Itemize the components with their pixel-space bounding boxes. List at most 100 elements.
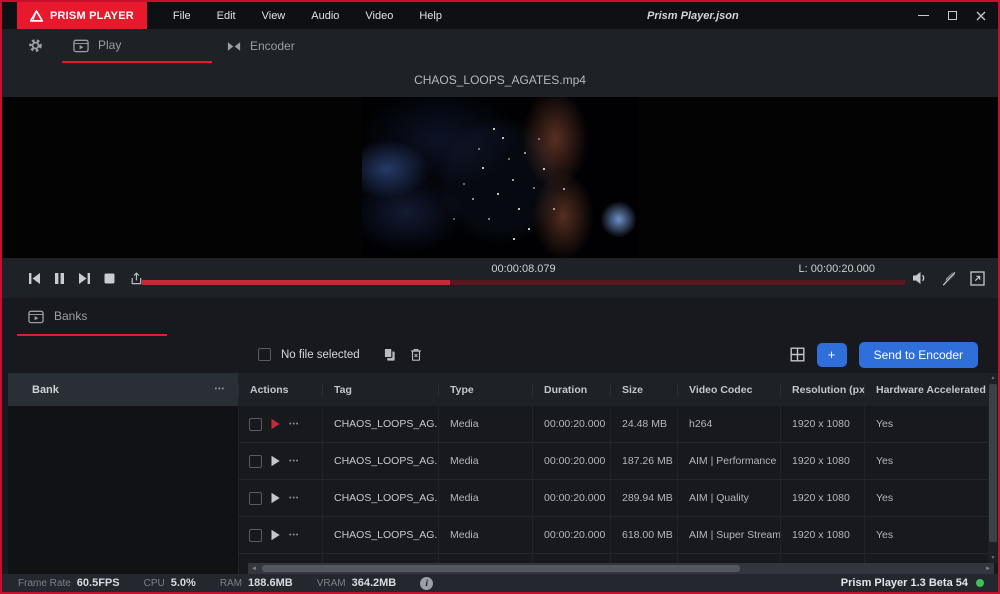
column-header-duration: Duration xyxy=(532,384,610,396)
transport-controls: 00:00:08.079 L: 00:00:20.000 xyxy=(2,258,998,298)
menu-item-view[interactable]: View xyxy=(262,10,286,22)
skip-start-icon xyxy=(28,272,41,285)
row-play-button[interactable] xyxy=(270,418,281,430)
table-row[interactable]: ••• CHAOS_LOOPS_AG... Media 00:00:20.000… xyxy=(238,443,998,480)
menu-item-audio[interactable]: Audio xyxy=(311,10,339,22)
tab-play[interactable]: Play xyxy=(62,29,212,63)
table-row[interactable]: ••• CHAOS_LOOPS_AG... Media 00:00:20.000… xyxy=(238,480,998,517)
column-header-size: Size xyxy=(610,384,677,396)
pen-disabled-icon[interactable] xyxy=(941,270,957,286)
skip-to-start-button[interactable] xyxy=(28,272,41,285)
row-checkbox[interactable] xyxy=(249,529,262,542)
tab-banks[interactable]: Banks xyxy=(17,298,167,336)
scroll-down-icon[interactable]: ▼ xyxy=(991,553,996,563)
delete-icon[interactable] xyxy=(409,347,423,362)
bank-more-button[interactable]: ••• xyxy=(215,386,225,393)
gear-icon xyxy=(28,38,43,53)
row-more-button[interactable]: ••• xyxy=(289,532,299,539)
column-header-hardware-accelerated: Hardware Accelerated xyxy=(864,384,998,396)
pause-button[interactable] xyxy=(54,272,65,285)
row-play-button[interactable] xyxy=(270,529,281,541)
table-row[interactable]: ••• CHAOS_LOOPS_AG... Media 00:00:20.000… xyxy=(238,517,998,554)
row-codec: AIM | Performance xyxy=(677,443,780,479)
add-bank-button[interactable]: + xyxy=(817,343,847,367)
close-icon[interactable] xyxy=(976,11,986,21)
tab-encoder-label: Encoder xyxy=(250,39,295,53)
window-title: Prism Player.json xyxy=(647,2,739,29)
row-size: 618.00 MB xyxy=(610,517,677,553)
no-file-selected-checkbox[interactable]: No file selected xyxy=(258,348,360,361)
scroll-right-icon[interactable]: ► xyxy=(982,566,994,572)
row-type: Media xyxy=(438,406,532,442)
current-time: 00:00:08.079 xyxy=(142,263,905,275)
row-checkbox[interactable] xyxy=(249,455,262,468)
row-actions: ••• xyxy=(238,517,322,553)
status-right: Prism Player 1.3 Beta 54 xyxy=(841,577,984,589)
row-play-button[interactable] xyxy=(270,492,281,504)
row-codec: AIM | Super Stream xyxy=(677,517,780,553)
bank-list[interactable] xyxy=(8,406,238,574)
horizontal-scroll-thumb[interactable] xyxy=(262,565,740,572)
av-icon-group xyxy=(912,258,985,298)
bank-table-area: Bank ••• ActionsTagTypeDurationSizeVideo… xyxy=(2,373,998,574)
menu-item-video[interactable]: Video xyxy=(365,10,393,22)
table-row[interactable]: ••• CHAOS_LOOPS_AG... Media 00:00:20.000… xyxy=(238,406,998,443)
skip-to-end-button[interactable] xyxy=(78,272,91,285)
status-metric-cpu: CPU5.0% xyxy=(144,577,196,589)
tab-encoder[interactable]: Encoder xyxy=(227,29,295,63)
row-tag: CHAOS_LOOPS_AG... xyxy=(322,480,438,516)
settings-button[interactable] xyxy=(28,38,43,53)
row-play-button[interactable] xyxy=(270,455,281,467)
toolbar-right-group: + Send to Encoder xyxy=(790,342,978,368)
row-hw-accelerated: Yes xyxy=(864,480,998,516)
status-metric-vram: VRAM364.2MB xyxy=(317,577,397,589)
app-window: PRISM PLAYER FileEditViewAudioVideoHelp … xyxy=(0,0,1000,594)
total-length: L: 00:00:20.000 xyxy=(799,263,875,275)
seek-bar[interactable] xyxy=(142,280,905,285)
row-type: Media xyxy=(438,480,532,516)
row-hw-accelerated: Yes xyxy=(864,517,998,553)
export-button[interactable] xyxy=(128,271,143,286)
vertical-scrollbar[interactable]: ▲ ▼ xyxy=(988,373,998,563)
volume-icon[interactable] xyxy=(912,271,928,285)
menubar: File Edit View Audio Video Help xyxy=(173,10,442,22)
row-type: Media xyxy=(438,443,532,479)
row-checkbox[interactable] xyxy=(249,418,262,431)
row-actions: ••• xyxy=(238,443,322,479)
menu-item-help[interactable]: Help xyxy=(419,10,442,22)
grid-view-icon[interactable] xyxy=(790,347,805,362)
send-to-encoder-button[interactable]: Send to Encoder xyxy=(859,342,978,368)
bank-panel: Bank ••• xyxy=(8,373,238,574)
row-checkbox[interactable] xyxy=(249,492,262,505)
vertical-scroll-thumb[interactable] xyxy=(989,384,997,542)
row-actions: ••• xyxy=(238,406,322,442)
status-metric-frame-rate: Frame Rate60.5FPS xyxy=(18,577,120,589)
fullscreen-icon[interactable] xyxy=(970,271,985,286)
maximize-icon[interactable] xyxy=(948,11,957,20)
horizontal-scrollbar[interactable]: ◄ ► xyxy=(248,563,994,574)
current-file-title: CHAOS_LOOPS_AGATES.mp4 xyxy=(2,63,998,97)
stop-button[interactable] xyxy=(104,273,115,284)
menu-item-edit[interactable]: Edit xyxy=(217,10,236,22)
app-version: Prism Player 1.3 Beta 54 xyxy=(841,577,968,589)
scroll-left-icon[interactable]: ◄ xyxy=(248,566,260,572)
row-actions: ••• xyxy=(238,480,322,516)
scroll-up-icon[interactable]: ▲ xyxy=(991,373,996,383)
row-hw-accelerated: Yes xyxy=(864,443,998,479)
menu-item-file[interactable]: File xyxy=(173,10,191,22)
table-body: ••• CHAOS_LOOPS_AG... Media 00:00:20.000… xyxy=(238,406,998,574)
minimize-icon[interactable] xyxy=(918,15,929,16)
row-more-button[interactable]: ••• xyxy=(289,421,299,428)
duplicate-icon[interactable] xyxy=(382,347,397,362)
row-duration: 00:00:20.000 xyxy=(532,517,610,553)
bank-panel-title: Bank xyxy=(32,384,59,396)
row-more-button[interactable]: ••• xyxy=(289,495,299,502)
info-icon[interactable]: i xyxy=(420,577,433,590)
play-screen-icon xyxy=(73,38,89,53)
file-operations xyxy=(382,347,423,362)
row-size: 289.94 MB xyxy=(610,480,677,516)
row-more-button[interactable]: ••• xyxy=(289,458,299,465)
row-duration: 00:00:20.000 xyxy=(532,406,610,442)
main-tab-bar: Play Encoder xyxy=(2,29,998,63)
transport-buttons xyxy=(28,271,143,286)
